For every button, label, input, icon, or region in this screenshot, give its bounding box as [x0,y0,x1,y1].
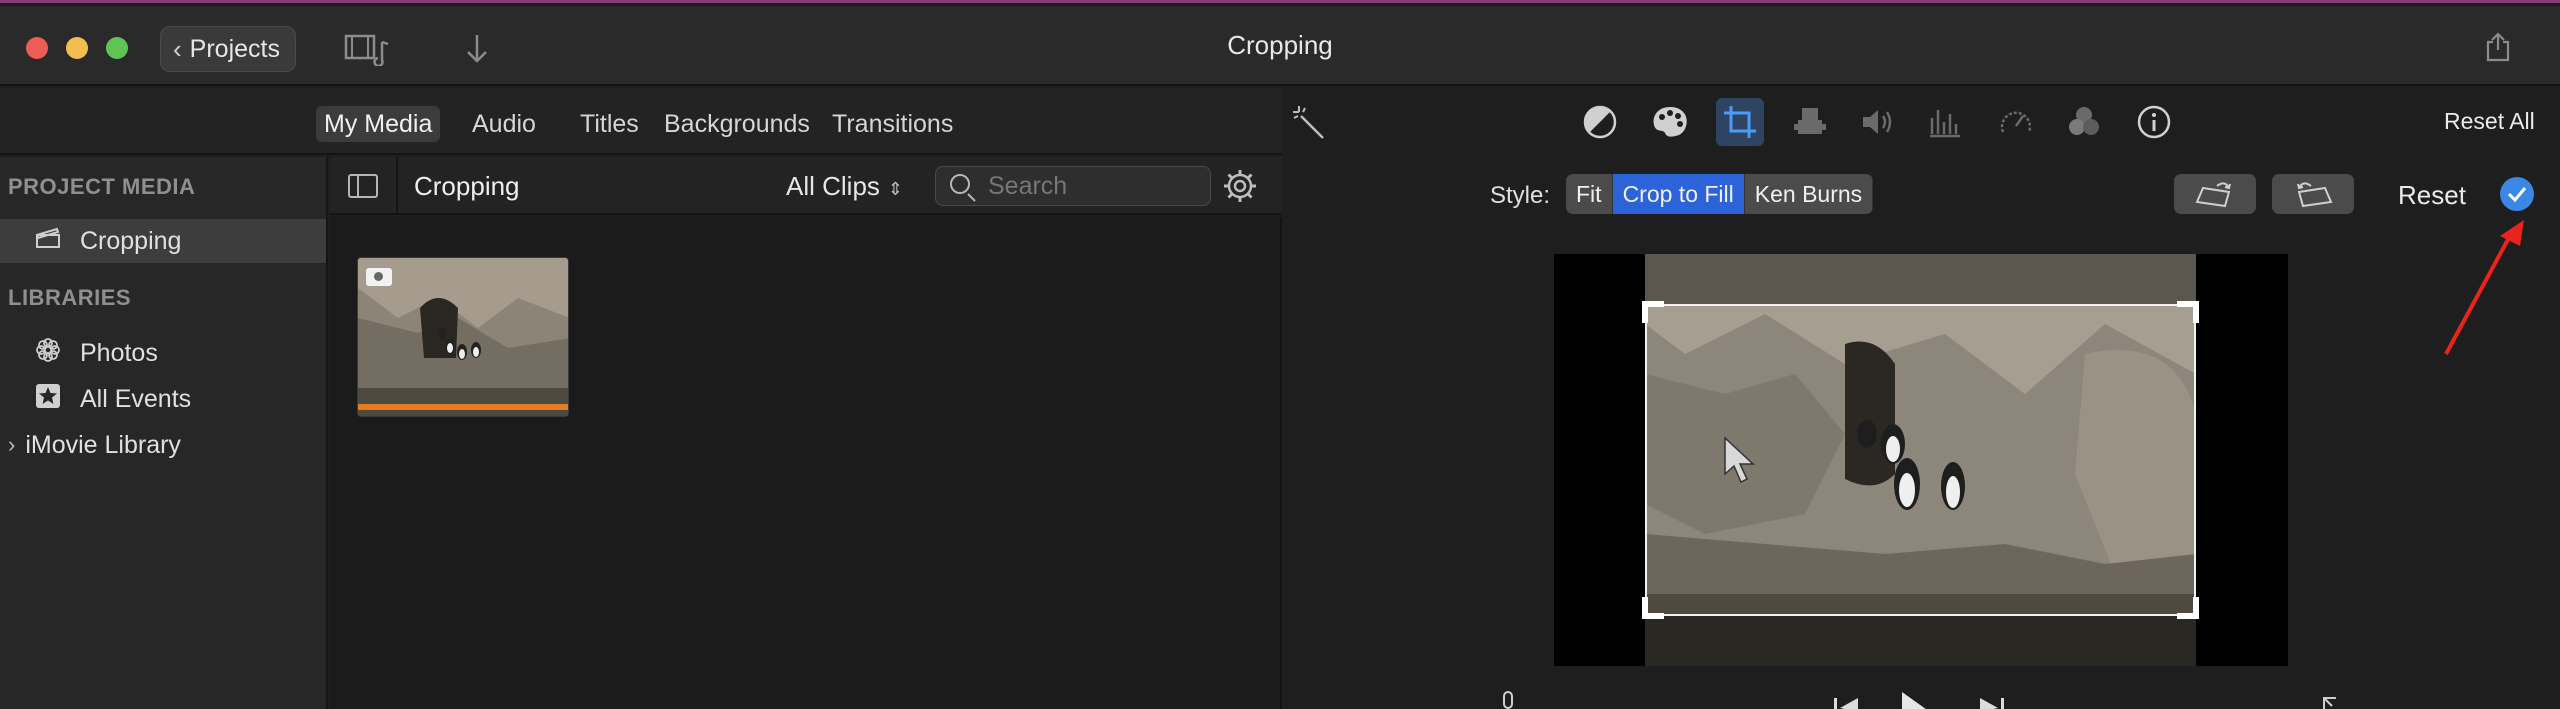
style-crop-to-fill-button[interactable]: Crop to Fill [1612,174,1745,214]
sidebar-item-cropping[interactable]: Cropping [0,219,326,263]
rotate-left-icon [2195,182,2231,208]
microphone-icon[interactable] [1498,690,1518,709]
rotate-left-button[interactable] [2174,174,2256,214]
disclosure-icon[interactable]: › [8,432,15,458]
style-fit-button[interactable]: Fit [1566,174,1613,214]
sidebar-item-label: Cropping [80,226,182,255]
apply-crop-button[interactable] [2500,177,2534,211]
mouse-pointer-icon [1724,436,1755,484]
adjustments-bar: Reset All [1284,88,2560,155]
skip-forward-icon[interactable] [1976,696,2006,709]
tab-my-media[interactable]: My Media [316,106,441,142]
title-bar: ‹ Projects Cropping [0,6,2560,86]
play-icon[interactable] [1896,690,1934,709]
clip-browser [330,217,1282,709]
color-correction-icon[interactable] [1650,102,1690,142]
sidebar-item-imovie-library[interactable]: › iMovie Library [0,423,326,467]
share-icon[interactable] [2484,32,2512,62]
volume-icon[interactable] [1858,102,1898,142]
sidebar-item-photos[interactable]: Photos [0,331,326,375]
speed-icon[interactable] [1996,102,2036,142]
tab-transitions[interactable]: Transitions [824,106,961,142]
crop-rectangle[interactable] [1642,301,2199,619]
search-input[interactable] [988,171,1198,201]
sidebar-item-label: Photos [80,338,158,367]
skip-back-icon[interactable] [1832,696,1862,709]
style-ken-burns-button[interactable]: Ken Burns [1745,174,1874,214]
clip-thumbnail[interactable] [357,257,569,417]
fullscreen-icon[interactable] [2320,694,2338,709]
crop-handle-bottom-right[interactable] [2177,597,2199,619]
reset-button[interactable]: Reset [2398,180,2466,211]
crop-icon[interactable] [1716,98,1764,146]
rotate-right-button[interactable] [2272,174,2354,214]
color-balance-icon[interactable] [1580,102,1620,142]
clips-filter-select[interactable]: All Clips ⇕ [786,171,903,202]
crop-style-segmented-control: Fit Crop to Fill Ken Burns [1566,174,1874,214]
sidebar-item-label: iMovie Library [25,430,181,459]
playback-controls [1284,688,2560,709]
gear-icon[interactable] [1223,169,1257,203]
sidebar-item-all-events[interactable]: All Events [0,377,326,421]
equalizer-icon[interactable] [1926,102,1966,142]
browser-toolbar: Cropping All Clips ⇕ [330,157,1282,215]
viewer-pane: Reset All Style: Fit Crop to Fill Ken Bu… [1284,88,2560,709]
crop-mask-top [1645,254,2196,304]
tab-backgrounds[interactable]: Backgrounds [656,106,818,142]
project-media-heading: PROJECT MEDIA [8,174,196,199]
clip-filter-icon[interactable] [2064,102,2104,142]
app-window: ‹ Projects Cropping My Media Audio Title… [0,0,2560,709]
browser-title: Cropping [414,171,520,201]
sidebar-toggle-icon [348,174,378,198]
clapper-icon [32,227,64,256]
tab-titles[interactable]: Titles [572,106,647,142]
crop-handle-top-right[interactable] [2177,301,2199,323]
rotate-right-icon [2297,182,2333,208]
search-icon [950,174,970,194]
search-field[interactable] [935,166,1211,206]
sidebar-item-label: All Events [80,384,192,413]
video-preview [1554,254,2288,666]
reset-all-button[interactable]: Reset All [2444,108,2535,135]
clip-used-bar [358,404,568,410]
info-icon[interactable] [2134,102,2174,142]
magic-wand-icon[interactable] [1289,102,1329,142]
annotation-arrow [2444,220,2524,355]
media-browser-tabs: My Media Audio Titles Backgrounds Transi… [0,88,1282,155]
window-title: Cropping [1227,30,1333,60]
crop-mask-bottom [1645,616,2196,666]
crop-handle-top-left[interactable] [1642,301,1664,323]
clips-filter-value: All Clips [786,171,880,201]
crop-handle-bottom-left[interactable] [1642,597,1664,619]
tab-audio[interactable]: Audio [464,106,544,142]
toggle-sidebar-button[interactable] [330,157,398,215]
style-label: Style: [1490,182,1551,209]
star-icon [32,383,64,416]
libraries-heading: LIBRARIES [8,285,132,310]
updown-chevron-icon: ⇕ [887,179,904,199]
stabilization-icon[interactable] [1790,102,1830,142]
photos-icon [32,337,64,370]
libraries-sidebar: PROJECT MEDIA Cropping LIBRARIES Photos … [0,157,328,709]
checkmark-icon [2507,187,2527,202]
camera-icon [366,268,392,286]
